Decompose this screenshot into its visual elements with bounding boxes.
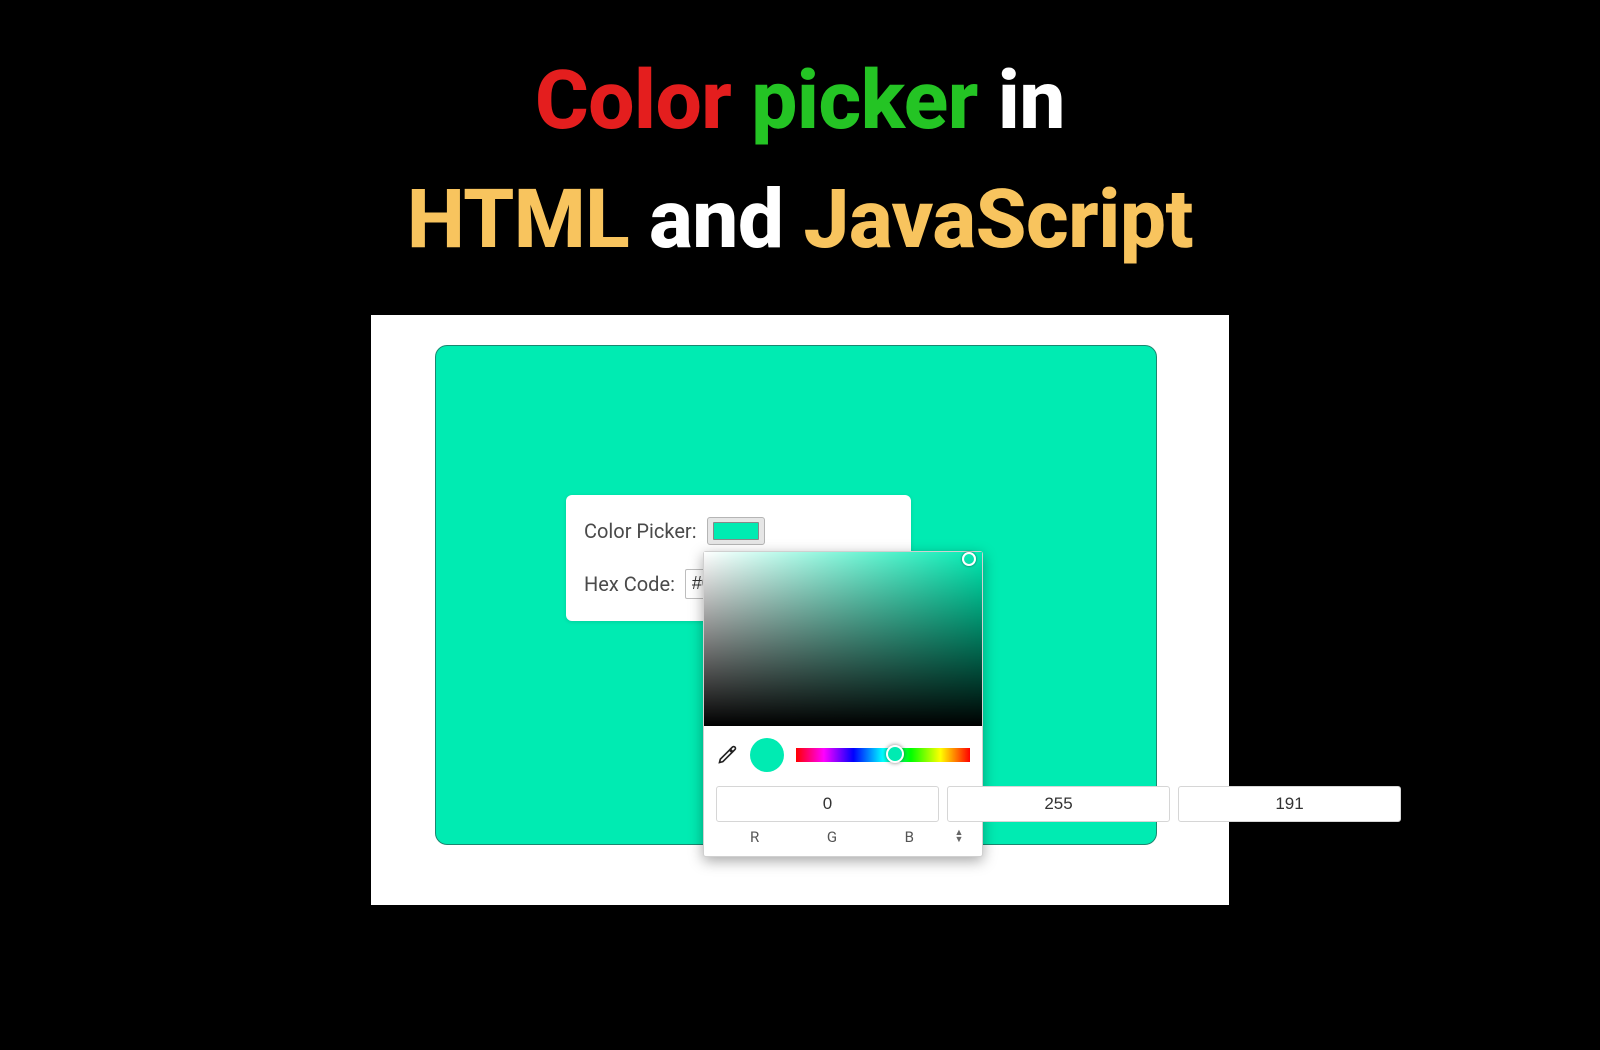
title-word-and: and bbox=[649, 172, 783, 268]
hue-slider-thumb[interactable] bbox=[886, 745, 904, 763]
page-title: Color picker in HTML and JavaScript bbox=[0, 0, 1600, 280]
color-picker-popup: R G B ▲ ▼ bbox=[703, 551, 983, 857]
r-input[interactable] bbox=[716, 786, 939, 822]
color-swatch bbox=[713, 522, 759, 540]
eyedropper-icon[interactable] bbox=[716, 744, 738, 766]
r-label: R bbox=[716, 828, 793, 846]
title-word-html: HTML bbox=[407, 172, 629, 268]
hue-slider[interactable] bbox=[796, 748, 970, 762]
saturation-value-field[interactable] bbox=[704, 552, 982, 726]
title-word-color: Color bbox=[535, 53, 731, 149]
current-color-circle bbox=[750, 738, 784, 772]
color-input[interactable] bbox=[707, 517, 765, 545]
g-input[interactable] bbox=[947, 786, 1170, 822]
b-input[interactable] bbox=[1178, 786, 1401, 822]
b-label: B bbox=[871, 828, 948, 846]
sv-cursor-ring[interactable] bbox=[962, 552, 976, 566]
hex-code-label: Hex Code: bbox=[584, 572, 675, 596]
title-word-in: in bbox=[998, 53, 1065, 149]
title-word-picker: picker bbox=[751, 53, 978, 149]
title-word-js: JavaScript bbox=[803, 172, 1193, 268]
format-toggle-icon[interactable]: ▲ ▼ bbox=[948, 830, 970, 844]
g-label: G bbox=[793, 828, 870, 846]
color-picker-label: Color Picker: bbox=[584, 519, 697, 543]
demo-panel: Color Picker: Hex Code: bbox=[371, 315, 1229, 905]
